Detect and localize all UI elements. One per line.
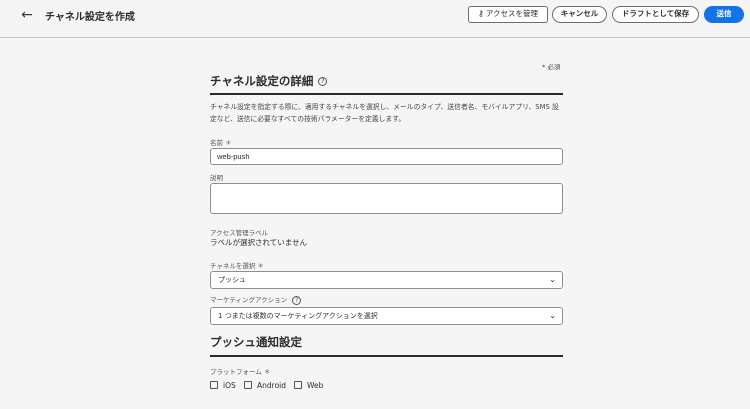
platform-android-label: Android xyxy=(257,381,286,390)
help-icon[interactable]: ? xyxy=(318,77,328,86)
marketing-action-label: マーケティングアクション? xyxy=(210,294,302,305)
description-label: 説明 xyxy=(210,174,223,182)
manage-access-label: アクセスを管理 xyxy=(485,9,538,18)
send-button[interactable]: 送信 xyxy=(704,6,744,23)
checkbox-icon xyxy=(210,381,218,389)
key-icon: ⚷ xyxy=(478,9,484,18)
name-input[interactable] xyxy=(210,148,563,165)
marketing-action-label-text: マーケティングアクション xyxy=(210,296,288,304)
description-textarea[interactable] xyxy=(210,183,563,214)
platform-label: プラットフォーム ＊ xyxy=(210,368,271,376)
details-description: チャネル設定を指定する際に、適用するチャネルを選択し、メールのタイプ、送信者名、… xyxy=(210,103,559,123)
page-title: チャネル設定を作成 xyxy=(45,12,135,23)
cancel-button[interactable]: キャンセル xyxy=(552,6,607,23)
checkbox-icon xyxy=(244,381,252,389)
platform-web-checkbox[interactable]: Web xyxy=(294,380,323,392)
help-icon[interactable]: ? xyxy=(292,295,302,305)
platform-ios-checkbox[interactable]: iOS xyxy=(210,380,236,392)
platform-android-checkbox[interactable]: Android xyxy=(244,380,286,392)
access-label-value: ラベルが選択されていません xyxy=(210,238,308,247)
marketing-action-select-value: 1 つまたは複数のマーケティングアクションを選択 xyxy=(218,312,378,320)
channel-select-value: プッシュ xyxy=(218,276,246,284)
name-label: 名前 ＊ xyxy=(210,139,232,147)
channel-select[interactable]: プッシュ ⌄ xyxy=(210,271,563,289)
push-section-title: プッシュ通知設定 xyxy=(210,335,302,349)
marketing-action-select[interactable]: 1 つまたは複数のマーケティングアクションを選択 ⌄ xyxy=(210,307,563,325)
chevron-down-icon: ⌄ xyxy=(549,275,556,284)
details-section-title: チャネル設定の詳細? xyxy=(210,73,328,89)
details-divider xyxy=(210,93,563,95)
required-note: * 必須 xyxy=(542,63,561,71)
platform-web-label: Web xyxy=(307,381,324,390)
access-label-heading: アクセス管理ラベル xyxy=(210,229,269,237)
platform-ios-label: iOS xyxy=(223,381,236,390)
arrow-left-icon[interactable]: ← xyxy=(18,6,36,24)
save-draft-button[interactable]: ドラフトとして保存 xyxy=(612,6,699,23)
push-divider xyxy=(210,355,563,357)
top-bar: ← チャネル設定を作成 ⚷ アクセスを管理 キャンセル ドラフトとして保存 送信 xyxy=(0,0,750,38)
chevron-down-icon: ⌄ xyxy=(549,311,556,320)
channel-label: チャネルを選択 ＊ xyxy=(210,262,265,270)
checkbox-icon xyxy=(294,381,302,389)
manage-access-button[interactable]: ⚷ アクセスを管理 xyxy=(468,6,548,23)
details-title-text: チャネル設定の詳細 xyxy=(210,74,314,88)
